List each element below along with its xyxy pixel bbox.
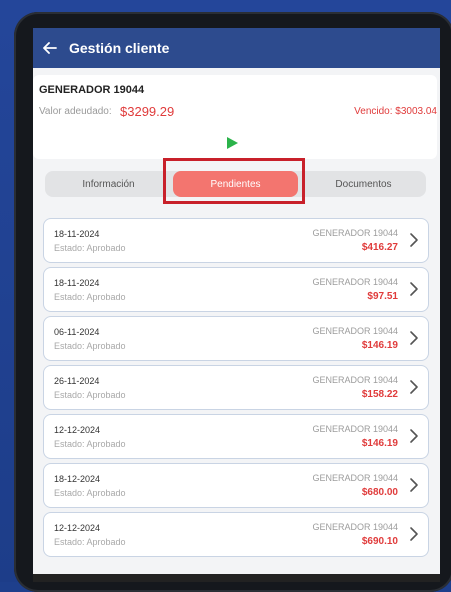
item-amount: $146.19 <box>361 340 398 351</box>
chevron-right-icon <box>409 379 419 395</box>
item-status: Estado: Aprobado <box>54 488 126 498</box>
chevron-right-icon <box>409 428 419 444</box>
item-amount: $680.00 <box>361 487 398 498</box>
tab-documentos[interactable]: Documentos <box>301 171 426 197</box>
item-amount: $690.10 <box>361 536 398 547</box>
item-client: GENERADOR 19044 <box>312 522 398 532</box>
item-amount: $158.22 <box>361 389 398 400</box>
tab-informacion[interactable]: Información <box>45 171 172 197</box>
chevron-right-icon <box>409 526 419 542</box>
chevron-right-icon <box>409 232 419 248</box>
item-date: 18-11-2024 <box>54 278 100 288</box>
item-client: GENERADOR 19044 <box>312 326 398 336</box>
list-item[interactable]: 18-12-2024 Estado: Aprobado GENERADOR 19… <box>43 463 429 508</box>
item-status: Estado: Aprobado <box>54 390 126 400</box>
item-client: GENERADOR 19044 <box>312 277 398 287</box>
list-item[interactable]: 18-11-2024 Estado: Aprobado GENERADOR 19… <box>43 267 429 312</box>
app-screen: Gestión cliente GENERADOR 19044 Valor ad… <box>33 28 440 582</box>
list-item[interactable]: 12-12-2024 Estado: Aprobado GENERADOR 19… <box>43 414 429 459</box>
item-date: 06-11-2024 <box>54 327 100 337</box>
item-client: GENERADOR 19044 <box>312 375 398 385</box>
item-client: GENERADOR 19044 <box>312 228 398 238</box>
bottom-edge <box>33 574 440 582</box>
client-summary-card: GENERADOR 19044 Valor adeudado: $3299.29… <box>33 75 437 159</box>
page-title: Gestión cliente <box>69 40 170 56</box>
item-date: 12-12-2024 <box>54 425 101 435</box>
app-bar: Gestión cliente <box>33 28 440 68</box>
chevron-right-icon <box>409 330 419 346</box>
item-date: 26-11-2024 <box>54 376 100 386</box>
item-status: Estado: Aprobado <box>54 341 126 351</box>
item-amount: $97.51 <box>367 291 398 302</box>
item-date: 18-11-2024 <box>54 229 100 239</box>
arrow-left-icon[interactable] <box>39 37 61 59</box>
item-client: GENERADOR 19044 <box>312 424 398 434</box>
item-amount: $416.27 <box>361 242 398 253</box>
item-status: Estado: Aprobado <box>54 243 126 253</box>
list-item[interactable]: 06-11-2024 Estado: Aprobado GENERADOR 19… <box>43 316 429 361</box>
item-date: 18-12-2024 <box>54 474 101 484</box>
list-item[interactable]: 12-12-2024 Estado: Aprobado GENERADOR 19… <box>43 512 429 557</box>
item-status: Estado: Aprobado <box>54 292 126 302</box>
item-amount: $146.19 <box>361 438 398 449</box>
list-item[interactable]: 18-11-2024 Estado: Aprobado GENERADOR 19… <box>43 218 429 263</box>
overdue-amount: Vencido: $3003.04 <box>354 106 437 117</box>
owed-amount-value: $3299.29 <box>120 104 175 119</box>
play-icon[interactable] <box>224 135 240 151</box>
list-item[interactable]: 26-11-2024 Estado: Aprobado GENERADOR 19… <box>43 365 429 410</box>
tab-highlight-annotation <box>163 158 305 204</box>
chevron-right-icon <box>409 477 419 493</box>
item-client: GENERADOR 19044 <box>312 473 398 483</box>
client-name: GENERADOR 19044 <box>39 84 145 96</box>
chevron-right-icon <box>409 281 419 297</box>
item-status: Estado: Aprobado <box>54 439 126 449</box>
item-status: Estado: Aprobado <box>54 537 126 547</box>
owed-amount-label: Valor adeudado: <box>39 106 112 117</box>
item-date: 12-12-2024 <box>54 523 101 533</box>
